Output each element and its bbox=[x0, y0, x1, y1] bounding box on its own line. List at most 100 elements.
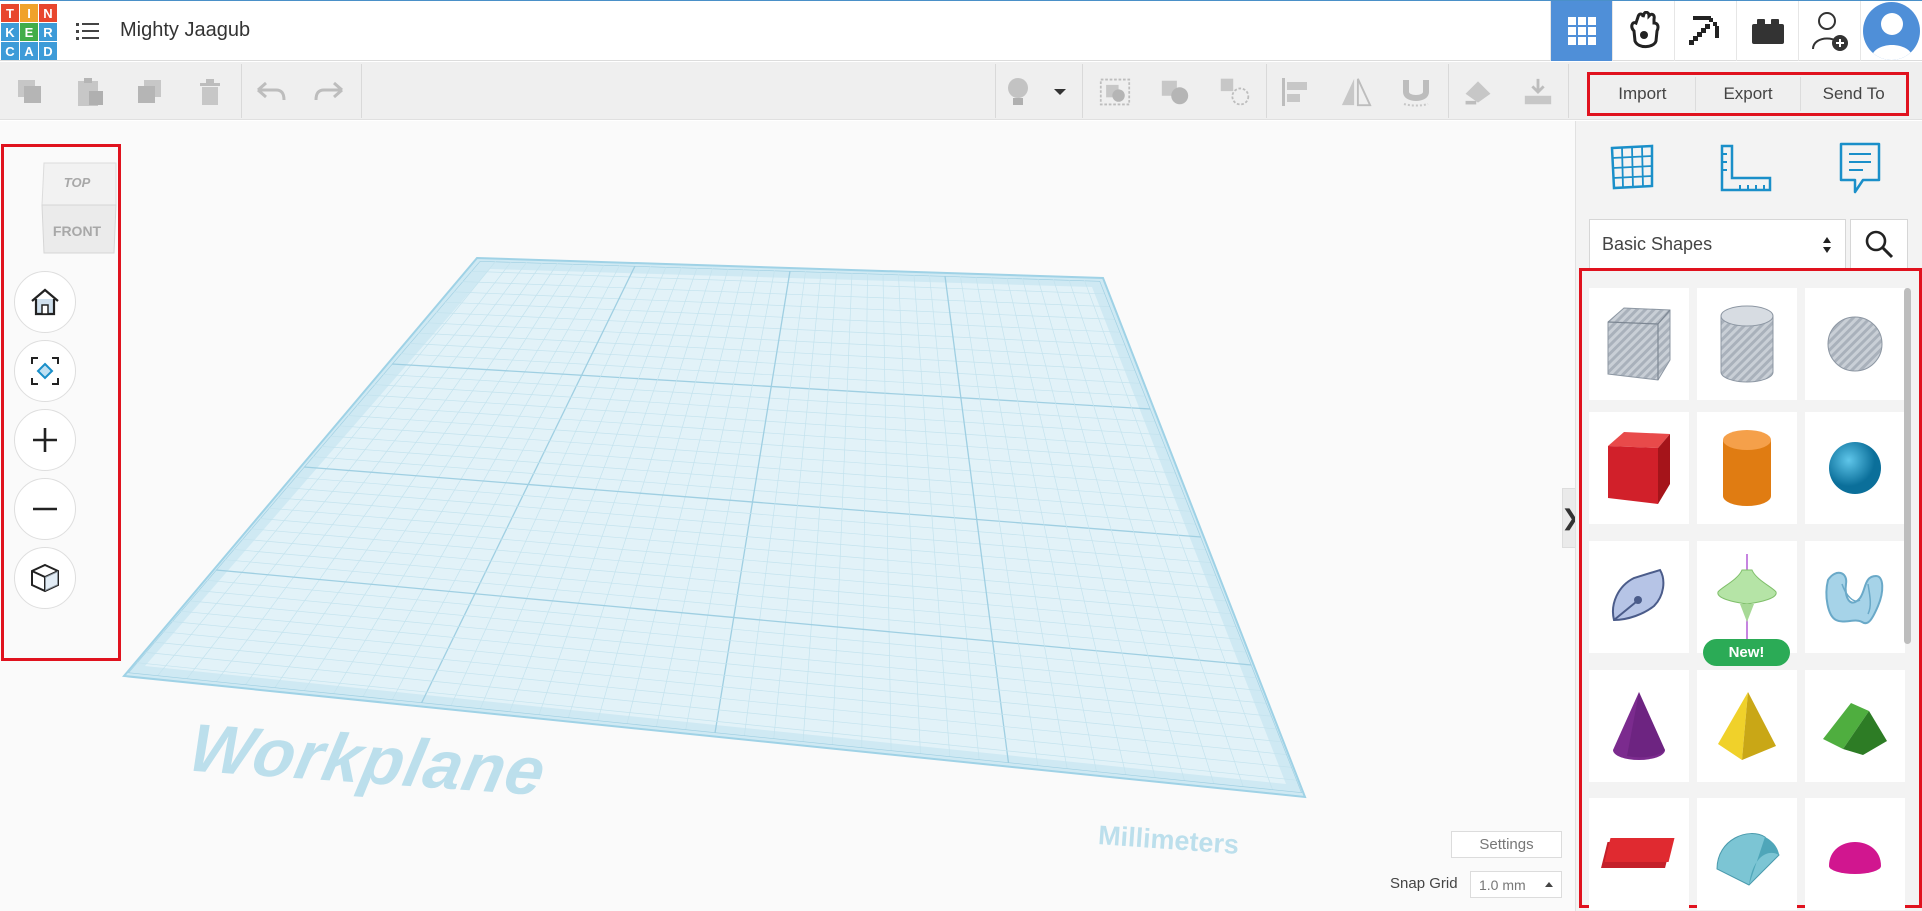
import-export-group: Import Export Send To bbox=[1587, 72, 1909, 116]
workplane-grid-icon bbox=[1610, 144, 1654, 190]
top-bar: T I N K E R C A D Mighty Jaagub bbox=[0, 0, 1922, 61]
ungroup-icon bbox=[1161, 80, 1189, 105]
notes-button[interactable] bbox=[1830, 138, 1890, 198]
shapes-scrollbar[interactable] bbox=[1904, 288, 1911, 644]
shape-paraboloid[interactable] bbox=[1805, 798, 1905, 910]
send-to-button[interactable]: Send To bbox=[1801, 77, 1906, 111]
zoom-in-button[interactable] bbox=[14, 409, 76, 471]
shape-text[interactable] bbox=[1589, 798, 1689, 910]
copy-icon bbox=[18, 80, 41, 103]
duplicate-button[interactable] bbox=[134, 76, 166, 108]
logo-letter-c: C bbox=[1, 42, 19, 60]
shape-pyramid[interactable] bbox=[1697, 670, 1797, 782]
delete-icon bbox=[200, 79, 220, 105]
settings-button[interactable]: Settings bbox=[1451, 831, 1562, 858]
shape-roof[interactable] bbox=[1805, 670, 1905, 782]
box-hole-shape-icon bbox=[1607, 307, 1671, 381]
home-view-button[interactable] bbox=[14, 271, 76, 333]
sphere-shape-icon bbox=[1829, 442, 1881, 494]
new-badge: New! bbox=[1703, 639, 1790, 666]
half-cylinder-shape-icon bbox=[1716, 833, 1780, 886]
cruise-button[interactable] bbox=[1400, 76, 1432, 108]
mirror-button[interactable] bbox=[1340, 76, 1372, 108]
logo-letter-n: N bbox=[39, 4, 57, 22]
show-all-button[interactable] bbox=[1002, 76, 1034, 108]
shape-box[interactable] bbox=[1589, 412, 1689, 524]
ungroup-button[interactable] bbox=[1159, 76, 1191, 108]
shape-cylinder[interactable] bbox=[1697, 412, 1797, 524]
circuits-button[interactable] bbox=[1612, 1, 1674, 61]
pyramid-shape-icon bbox=[1718, 692, 1776, 760]
text-hole-shape-icon bbox=[1825, 571, 1884, 625]
home-icon bbox=[31, 288, 59, 316]
view-navigation-group: TOP FRONT bbox=[1, 144, 121, 661]
3d-design-view-button[interactable] bbox=[1550, 1, 1612, 61]
workplane-button[interactable] bbox=[1602, 138, 1662, 198]
user-icon bbox=[1871, 13, 1913, 60]
paint-icon bbox=[1465, 81, 1491, 105]
hole-icon bbox=[1220, 78, 1250, 106]
logo-letter-k: K bbox=[1, 23, 19, 41]
user-menu[interactable] bbox=[1860, 1, 1922, 61]
lego-bricks-button[interactable] bbox=[1736, 1, 1798, 61]
light-bulb-icon bbox=[1008, 78, 1028, 105]
drop-button[interactable] bbox=[1522, 76, 1554, 108]
3d-canvas[interactable]: Workplane Millimeters bbox=[0, 121, 1575, 911]
group-button[interactable] bbox=[1099, 76, 1131, 108]
notes-icon bbox=[1839, 142, 1881, 194]
paste-icon bbox=[78, 78, 103, 106]
add-user-icon bbox=[1811, 12, 1848, 51]
tinkercad-logo[interactable]: T I N K E R C A D bbox=[1, 4, 57, 60]
import-button[interactable]: Import bbox=[1590, 77, 1696, 111]
workplane-grid[interactable] bbox=[0, 121, 1575, 911]
sphere-hole-shape-icon bbox=[1827, 316, 1883, 372]
perspective-button[interactable] bbox=[14, 547, 76, 609]
roof-shape-icon bbox=[1823, 703, 1887, 755]
ruler-button[interactable] bbox=[1716, 138, 1776, 198]
align-button[interactable] bbox=[1280, 76, 1312, 108]
drop-icon bbox=[1524, 78, 1552, 105]
shape-library-select[interactable]: Basic Shapes bbox=[1589, 219, 1846, 269]
zoom-out-button[interactable] bbox=[14, 478, 76, 540]
shape-cylinder-hole[interactable] bbox=[1697, 288, 1797, 400]
undo-button[interactable] bbox=[254, 76, 286, 108]
design-title[interactable]: Mighty Jaagub bbox=[120, 19, 250, 42]
view-cube[interactable]: TOP FRONT bbox=[34, 157, 120, 257]
codeblocks-button[interactable] bbox=[1674, 1, 1736, 61]
shape-cone[interactable] bbox=[1589, 670, 1689, 782]
search-icon bbox=[1865, 230, 1894, 259]
shape-box-hole[interactable] bbox=[1589, 288, 1689, 400]
snap-grid-select[interactable]: 1.0 mm bbox=[1470, 871, 1562, 898]
shape-scribble[interactable] bbox=[1589, 541, 1689, 653]
avatar[interactable] bbox=[1863, 2, 1920, 60]
perspective-icon bbox=[31, 563, 59, 593]
logo-letter-i: I bbox=[20, 4, 38, 22]
fit-view-button[interactable] bbox=[14, 340, 76, 402]
export-button[interactable]: Export bbox=[1696, 77, 1802, 111]
ruler-icon bbox=[1720, 144, 1772, 192]
spinning-top-shape-icon bbox=[1717, 554, 1777, 640]
search-shapes-button[interactable] bbox=[1850, 219, 1908, 269]
select-arrows-icon bbox=[1823, 237, 1831, 253]
box-shape-icon bbox=[1608, 432, 1670, 504]
paste-button[interactable] bbox=[74, 76, 106, 108]
shape-sphere[interactable] bbox=[1805, 412, 1905, 524]
hole-button[interactable] bbox=[1219, 76, 1251, 108]
copy-button[interactable] bbox=[14, 76, 46, 108]
paint-button[interactable] bbox=[1462, 76, 1494, 108]
shape-text-hole[interactable] bbox=[1805, 541, 1905, 653]
zoom-in-icon bbox=[33, 428, 57, 452]
invite-collaborator-button[interactable] bbox=[1798, 1, 1860, 61]
shape-spinning-top[interactable] bbox=[1697, 541, 1797, 653]
view-cube-icon bbox=[41, 162, 117, 254]
dropdown-caret-icon bbox=[1054, 89, 1066, 95]
text-shape-icon bbox=[1601, 838, 1675, 868]
design-list-menu-icon[interactable] bbox=[76, 19, 100, 43]
visibility-dropdown[interactable] bbox=[1050, 76, 1070, 108]
mirror-icon bbox=[1341, 78, 1372, 107]
delete-button[interactable] bbox=[194, 76, 226, 108]
redo-button[interactable] bbox=[314, 76, 346, 108]
shape-sphere-hole[interactable] bbox=[1805, 288, 1905, 400]
shape-half-cylinder[interactable] bbox=[1697, 798, 1797, 910]
scribble-shape-icon bbox=[1612, 568, 1665, 622]
